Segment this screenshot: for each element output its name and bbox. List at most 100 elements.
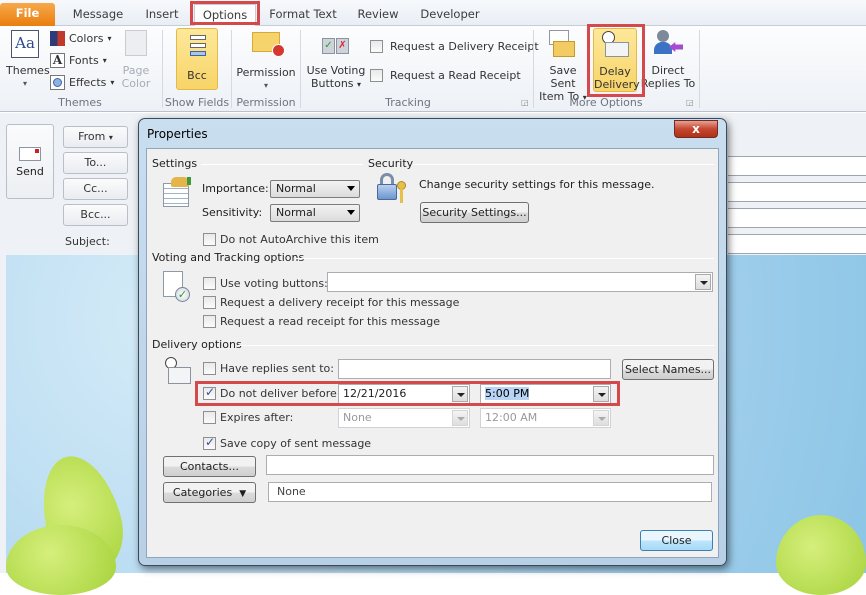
chevron-down-icon	[452, 410, 468, 426]
subject-label: Subject:	[65, 235, 110, 248]
request-read-receipt-ribbon[interactable]: Request a Read Receipt	[370, 69, 521, 82]
replies-to-field[interactable]	[338, 359, 611, 379]
send-button[interactable]: Send	[6, 124, 54, 199]
properties-dialog: Properties x Settings Importance: Normal…	[138, 118, 727, 566]
close-button[interactable]: Close	[640, 530, 713, 551]
dropdown-arrow-icon: ▾	[22, 79, 27, 88]
direct-replies-to-button[interactable]: Direct Replies To	[640, 30, 696, 90]
request-delivery-receipt-ribbon[interactable]: Request a Delivery Receipt	[370, 40, 539, 53]
autoarchive-checkbox[interactable]	[203, 233, 216, 246]
bcc-field-icon	[184, 33, 210, 59]
bcc-field[interactable]	[728, 234, 866, 254]
from-field[interactable]	[728, 156, 866, 176]
colors-icon	[50, 31, 65, 46]
group-label-show-fields: Show Fields	[164, 96, 230, 109]
group-label-themes: Themes	[58, 96, 102, 109]
have-replies-sent-to-option[interactable]: Have replies sent to:	[203, 362, 334, 375]
send-envelope-icon	[19, 147, 41, 161]
save-copy-checkbox[interactable]	[203, 435, 216, 450]
voting-tracking-heading: Voting and Tracking options	[152, 251, 305, 264]
group-label-more-options: More Options	[569, 96, 643, 109]
contacts-button[interactable]: Contacts...	[163, 456, 256, 477]
permission-button[interactable]: Permission ▾	[236, 32, 296, 92]
request-delivery-receipt-checkbox[interactable]	[370, 40, 383, 53]
chevron-down-icon	[347, 186, 355, 191]
ribbon: Aa Themes ▾ Colors ▾ A Fonts ▾ Effects ▾ Pa…	[0, 26, 866, 112]
tab-review[interactable]: Review	[354, 4, 402, 26]
tab-format-text[interactable]: Format Text	[268, 4, 338, 26]
delay-delivery-button[interactable]: Delay Delivery	[593, 28, 640, 92]
chevron-down-icon[interactable]	[695, 274, 711, 290]
read-receipt-checkbox[interactable]	[203, 315, 216, 328]
save-copy-option[interactable]: Save copy of sent message	[203, 435, 371, 450]
direct-replies-icon	[653, 30, 683, 58]
tab-file[interactable]: File	[0, 3, 55, 26]
bcc-button[interactable]: Bcc...	[63, 204, 128, 226]
fonts-icon: A	[50, 53, 65, 68]
more-options-dialog-launcher-icon[interactable]: ◲	[686, 98, 694, 107]
cc-button[interactable]: Cc...	[63, 178, 128, 200]
settings-heading: Settings	[152, 157, 198, 170]
effects-button[interactable]: Effects ▾	[50, 75, 114, 90]
to-field[interactable]	[728, 182, 866, 202]
chevron-down-icon	[593, 410, 609, 426]
deliver-date-picker[interactable]: 12/21/2016	[338, 384, 470, 404]
expires-after-checkbox[interactable]	[203, 411, 216, 424]
have-replies-sent-to-checkbox[interactable]	[203, 362, 216, 375]
security-description: Change security settings for this messag…	[419, 178, 655, 191]
tab-developer[interactable]: Developer	[418, 4, 482, 26]
bcc-show-field-button[interactable]: Bcc	[176, 28, 218, 90]
page-color-button[interactable]: Page Color	[116, 30, 156, 90]
delivery-clock-envelope-icon	[163, 357, 193, 387]
use-voting-buttons-button[interactable]: ✓ ✗ Use Voting Buttons ▾	[304, 32, 368, 91]
expires-after-option[interactable]: Expires after:	[203, 411, 293, 424]
themes-button[interactable]: Aa Themes ▾	[6, 30, 50, 90]
sensitivity-label: Sensitivity:	[202, 206, 263, 219]
chevron-down-icon[interactable]	[593, 386, 609, 402]
tab-options[interactable]: Options	[194, 4, 256, 26]
chevron-down-icon[interactable]	[452, 386, 468, 402]
voting-buttons-combo[interactable]	[327, 272, 713, 292]
from-button[interactable]: From ▾	[63, 126, 128, 148]
security-settings-button[interactable]: Security Settings...	[420, 202, 529, 223]
save-sent-item-to-button[interactable]: Save Sent Item To ▾	[537, 30, 589, 104]
effects-icon	[50, 75, 65, 90]
read-receipt-option[interactable]: Request a read receipt for this message	[203, 315, 440, 328]
group-label-tracking: Tracking	[385, 96, 431, 109]
categories-button[interactable]: Categories ▼	[163, 482, 256, 503]
fonts-button[interactable]: A Fonts ▾	[50, 53, 107, 68]
themes-icon: Aa	[11, 30, 39, 58]
security-heading: Security	[368, 157, 414, 170]
dialog-title: Properties	[147, 127, 208, 141]
delivery-options-heading: Delivery options	[152, 338, 242, 351]
expires-date-picker: None	[338, 408, 470, 428]
do-not-deliver-before-option[interactable]: Do not deliver before:	[203, 385, 340, 400]
colors-button[interactable]: Colors ▾	[50, 31, 111, 46]
save-sent-folder-icon	[549, 30, 577, 58]
settings-hand-document-icon	[163, 177, 193, 207]
use-voting-buttons-option[interactable]: Use voting buttons:	[203, 277, 328, 290]
use-voting-buttons-checkbox[interactable]	[203, 277, 216, 290]
leaf-decoration	[776, 515, 866, 595]
permission-envelope-icon	[252, 32, 285, 57]
delay-delivery-icon	[601, 31, 629, 59]
voting-icon: ✓ ✗	[322, 32, 350, 56]
contacts-field[interactable]	[266, 455, 714, 475]
dialog-close-x-button[interactable]: x	[674, 120, 718, 138]
tab-insert[interactable]: Insert	[140, 4, 184, 26]
chevron-down-icon	[347, 210, 355, 215]
cc-field[interactable]	[728, 208, 866, 228]
page-color-icon	[125, 30, 147, 56]
tab-message[interactable]: Message	[68, 4, 128, 26]
select-names-button[interactable]: Select Names...	[622, 359, 714, 380]
autoarchive-option[interactable]: Do not AutoArchive this item	[203, 233, 379, 246]
deliver-time-combo[interactable]: 5:00 PM	[480, 384, 611, 404]
tracking-dialog-launcher-icon[interactable]: ◲	[521, 98, 529, 107]
do-not-deliver-before-checkbox[interactable]	[203, 385, 216, 400]
delivery-receipt-checkbox[interactable]	[203, 296, 216, 309]
to-button[interactable]: To...	[63, 152, 128, 174]
request-read-receipt-checkbox[interactable]	[370, 69, 383, 82]
delivery-receipt-option[interactable]: Request a delivery receipt for this mess…	[203, 296, 459, 309]
importance-dropdown[interactable]: Normal	[270, 180, 360, 198]
sensitivity-dropdown[interactable]: Normal	[270, 204, 360, 222]
